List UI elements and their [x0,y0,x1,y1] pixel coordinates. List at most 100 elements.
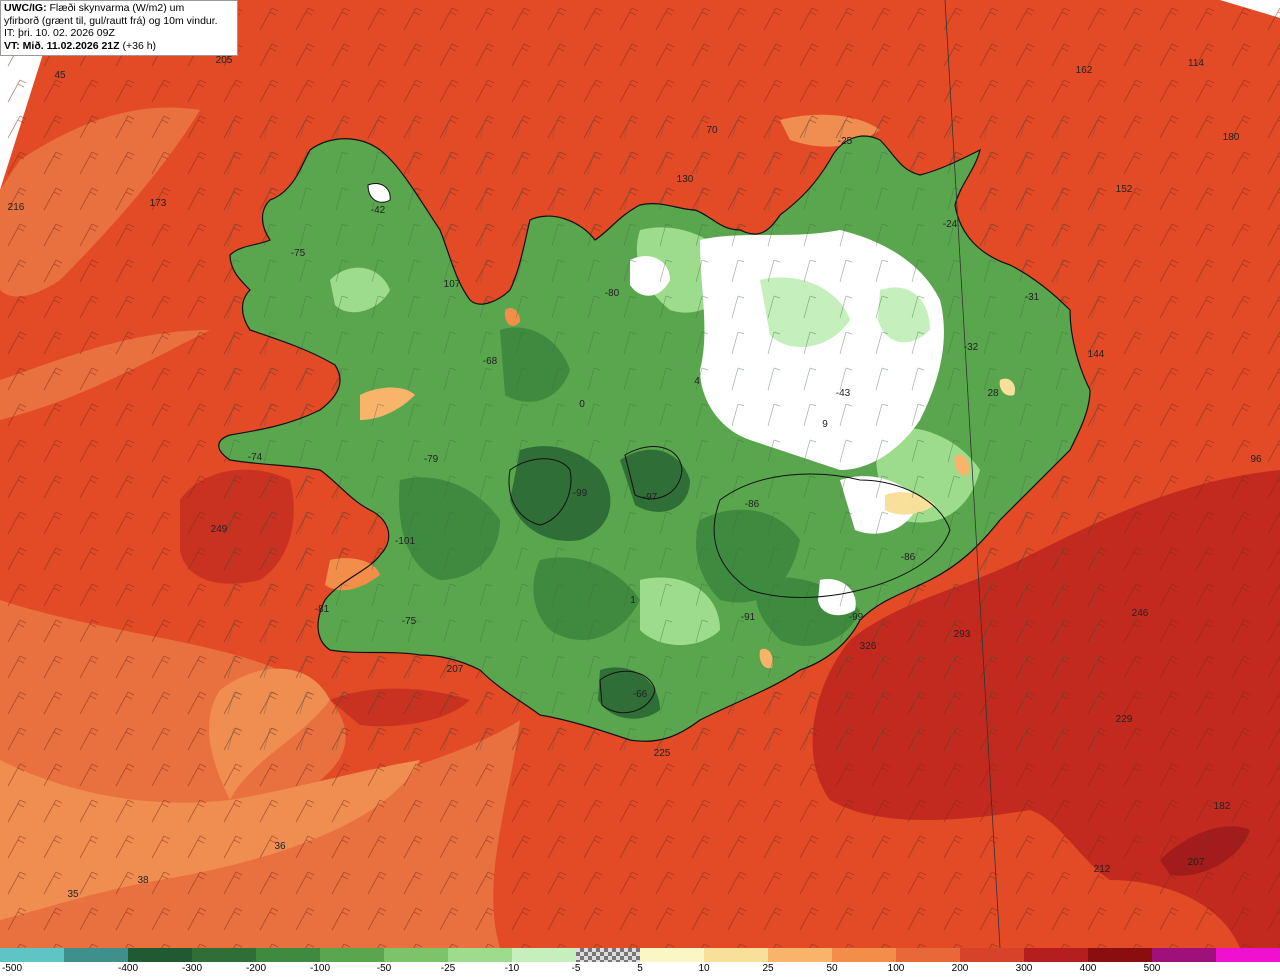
legend-tick-labels: -500 -400 -300 -200 -100 -50 -25 -10 -5 5 10 25 50 10… [0,963,1280,978]
legend-tick: -200 [245,963,267,974]
flux-value-label: 45 [54,70,66,81]
legend-tick: 25 [762,963,774,974]
color-legend: -500 -400 -300 -200 -100 -50 -25 -10 -5 5 10 25 50 10… [0,948,1280,978]
flux-value-label: 144 [1088,349,1105,360]
flux-value-label: -80 [605,288,620,299]
flux-value-label: -81 [315,604,330,615]
legend-tick: -100 [309,963,331,974]
legend-tick: 300 [1015,963,1033,974]
legend-tick: 400 [1079,963,1097,974]
flux-value-label: 229 [1116,714,1133,725]
legend-swatch [896,948,960,962]
legend-swatch [960,948,1024,962]
flux-value-label: 207 [447,664,464,675]
heat-flux-map: 45 205 162 114 180 216 173 130 152 70 -25 -42 -75 107… [0,0,1280,948]
model-name: UWC/IG: [4,2,47,14]
flux-value-label: 246 [1132,608,1149,619]
flux-value-label: 207 [1188,857,1205,868]
legend-tick: -10 [504,963,520,974]
legend-swatch [1152,948,1216,962]
legend-tick: -50 [376,963,392,974]
flux-value-label: -31 [1025,292,1040,303]
legend-swatch [448,948,512,962]
flux-value-label: -86 [901,552,916,563]
legend-swatch [1088,948,1152,962]
flux-value-label: 162 [1076,65,1093,76]
flux-value-label: 173 [150,198,167,209]
flux-value-label: -99 [573,488,588,499]
flux-value-label: -75 [291,248,306,259]
flux-value-label: -99 [849,612,864,623]
legend-tick: 200 [951,963,969,974]
flux-value-label: -24 [943,219,958,230]
flux-value-label: 114 [1188,58,1204,69]
legend-tick: -500 [1,963,23,974]
legend-swatch [320,948,384,962]
flux-value-label: -43 [836,388,851,399]
legend-swatch [704,948,768,962]
forecast-offset: (+36 h) [122,39,157,52]
legend-tick: -25 [440,963,456,974]
flux-value-label: 9 [822,419,828,430]
flux-value-label: 152 [1116,184,1133,195]
legend-tick: 500 [1143,963,1161,974]
flux-value-label: 182 [1214,801,1231,812]
title-line1: Flæði skynvarma (W/m2) um [49,2,185,14]
flux-value-label: 216 [8,202,25,213]
flux-value-label: 205 [216,55,233,66]
legend-swatch [128,948,192,962]
flux-value-label: 249 [211,524,228,535]
legend-tick: 10 [698,963,710,974]
flux-value-label: 225 [654,748,671,759]
legend-tick: -300 [181,963,203,974]
flux-value-label: 38 [137,875,149,886]
legend-swatch [64,948,128,962]
legend-tick: -5 [571,963,581,974]
flux-value-label: -101 [395,536,415,547]
flux-value-label: -42 [371,205,386,216]
flux-value-label: 212 [1094,864,1111,875]
flux-value-label: 1 [630,595,636,606]
legend-tick: -400 [117,963,139,974]
legend-swatch [384,948,448,962]
legend-tick: 100 [887,963,905,974]
flux-value-label: -91 [741,612,756,623]
flux-value-label: 107 [444,279,461,290]
flux-value-label: 28 [987,388,999,399]
flux-value-label: 293 [954,629,971,640]
flux-value-label: 70 [706,125,718,136]
flux-value-label: -68 [483,356,498,367]
legend-swatch [640,948,704,962]
init-time: IT: þri. 10. 02. 2026 09Z [4,27,115,39]
flux-value-label: -32 [964,342,979,353]
flux-value-label: -79 [424,454,439,465]
legend-swatch [768,948,832,962]
iceland-landmass [210,120,1100,760]
legend-swatch [192,948,256,962]
flux-value-label: -75 [402,616,417,627]
wind-barbs-land [210,120,1100,760]
flux-value-label: 4 [694,376,700,387]
flux-value-label: 0 [579,399,585,410]
legend-tick: 50 [826,963,838,974]
flux-value-label: 35 [67,889,79,900]
map-info-box: UWC/IG: Flæði skynvarma (W/m2) um yfirbo… [0,0,238,56]
legend-swatch [256,948,320,962]
valid-time: VT: Mið. 11.02.2026 21Z [4,39,120,52]
title-line2: yfirborð (grænt til, gul/rautt frá) og 1… [4,14,218,27]
flux-value-label: -74 [248,452,263,463]
legend-swatch [576,948,640,962]
flux-value-label: 96 [1250,454,1262,465]
legend-swatch [832,948,896,962]
legend-swatch [1216,948,1280,962]
flux-value-label: 36 [274,841,286,852]
flux-value-label: 180 [1223,132,1240,143]
legend-color-bar [0,948,1280,962]
legend-swatch [1024,948,1088,962]
legend-swatch [512,948,576,962]
flux-value-label: -97 [643,492,658,503]
flux-value-label: 130 [677,174,694,185]
flux-value-label: 326 [860,641,877,652]
legend-swatch [0,948,64,962]
legend-tick: 5 [637,963,643,974]
